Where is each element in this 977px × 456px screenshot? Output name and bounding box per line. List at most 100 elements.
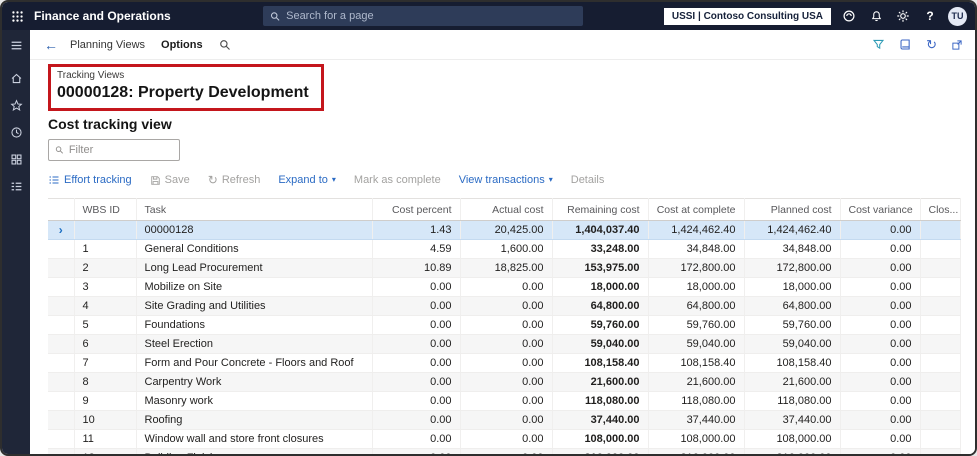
cell-closed[interactable] [920, 239, 961, 259]
cell-cost_variance[interactable]: 0.00 [840, 220, 921, 240]
cell-wbs[interactable]: 11 [74, 429, 137, 449]
column-header-actual_cost[interactable]: Actual cost [460, 198, 553, 221]
table-row[interactable]: 7 Form and Pour Concrete - Floors and Roo… [48, 353, 961, 373]
column-header-planned_cost[interactable]: Planned cost [744, 198, 841, 221]
cell-planned_cost[interactable]: 34,848.00 [744, 239, 841, 259]
cell-cost_variance[interactable]: 0.00 [840, 410, 921, 430]
save-button[interactable]: Save [150, 174, 190, 186]
cell-closed[interactable] [920, 296, 961, 316]
cell-cost_percent[interactable]: 4.59 [372, 239, 461, 259]
cell-remaining_cost[interactable]: 108,158.40 [552, 353, 649, 373]
cell-cost_percent[interactable]: 0.00 [372, 429, 461, 449]
filter-input[interactable] [68, 144, 173, 156]
recent-clock-icon[interactable] [2, 119, 30, 146]
cell-cost_variance[interactable]: 0.00 [840, 315, 921, 335]
cell-cost_at_complete[interactable]: 108,158.40 [648, 353, 745, 373]
cell-remaining_cost[interactable]: 153,975.00 [552, 258, 649, 278]
cell-remaining_cost[interactable]: 1,404,037.40 [552, 220, 649, 240]
cell-closed[interactable] [920, 258, 961, 278]
home-icon[interactable] [2, 65, 30, 92]
open-in-new-window-icon[interactable] [951, 39, 963, 51]
cell-cost_variance[interactable]: 0.00 [840, 448, 921, 454]
cell-task[interactable]: General Conditions [136, 239, 373, 259]
table-row[interactable]: 3 Mobilize on Site 0.00 0.00 18,000.00 18,000… [48, 277, 961, 297]
cell-task[interactable]: Site Grading and Utilities [136, 296, 373, 316]
cell-cost_variance[interactable]: 0.00 [840, 296, 921, 316]
cell-closed[interactable] [920, 277, 961, 297]
back-button[interactable]: ← [44, 38, 58, 52]
cell-cost_at_complete[interactable]: 59,760.00 [648, 315, 745, 335]
cell-cost_percent[interactable]: 0.00 [372, 410, 461, 430]
cell-wbs[interactable]: 1 [74, 239, 137, 259]
cell-actual_cost[interactable]: 0.00 [460, 277, 553, 297]
table-row[interactable]: › 00000128 1.43 20,425.00 1,404,037.40 1,424,… [48, 220, 961, 240]
cell-cost_percent[interactable]: 0.00 [372, 296, 461, 316]
cell-task[interactable]: Steel Erection [136, 334, 373, 354]
column-header-selector[interactable] [48, 198, 75, 221]
cell-remaining_cost[interactable]: 59,760.00 [552, 315, 649, 335]
cell-planned_cost[interactable]: 18,000.00 [744, 277, 841, 297]
cell-actual_cost[interactable]: 0.00 [460, 353, 553, 373]
cell-remaining_cost[interactable]: 118,080.00 [552, 391, 649, 411]
cell-planned_cost[interactable]: 216,000.00 [744, 448, 841, 454]
cell-task[interactable]: Carpentry Work [136, 372, 373, 392]
effort-tracking-button[interactable]: Effort tracking [48, 174, 132, 186]
cell-planned_cost[interactable]: 37,440.00 [744, 410, 841, 430]
notifications-bell-icon[interactable] [867, 7, 885, 25]
cell-planned_cost[interactable]: 172,800.00 [744, 258, 841, 278]
commandbar-search-icon[interactable] [219, 39, 231, 51]
table-row[interactable]: 12Building Finishes0.000.00216,000.00216… [48, 448, 961, 454]
cell-remaining_cost[interactable]: 21,600.00 [552, 372, 649, 392]
cell-cost_variance[interactable]: 0.00 [840, 277, 921, 297]
companion-app-icon[interactable] [899, 38, 912, 51]
cell-actual_cost[interactable]: 18,825.00 [460, 258, 553, 278]
global-search-input[interactable] [286, 10, 576, 22]
table-row[interactable]: 8 Carpentry Work 0.00 0.00 21,600.00 21,600.0… [48, 372, 961, 392]
cell-wbs[interactable]: 5 [74, 315, 137, 335]
table-row[interactable]: 6 Steel Erection 0.00 0.00 59,040.00 59,040.0… [48, 334, 961, 354]
cell-actual_cost[interactable]: 20,425.00 [460, 220, 553, 240]
cell-planned_cost[interactable]: 21,600.00 [744, 372, 841, 392]
assistant-icon[interactable] [840, 7, 858, 25]
cell-cost_percent[interactable]: 0.00 [372, 277, 461, 297]
cell-remaining_cost[interactable]: 18,000.00 [552, 277, 649, 297]
cell-wbs[interactable]: 9 [74, 391, 137, 411]
cell-task[interactable]: Foundations [136, 315, 373, 335]
cell-actual_cost[interactable]: 1,600.00 [460, 239, 553, 259]
settings-gear-icon[interactable] [894, 7, 912, 25]
cell-actual_cost[interactable]: 0.00 [460, 334, 553, 354]
filter-icon[interactable] [872, 38, 885, 51]
cell-actual_cost[interactable]: 0.00 [460, 315, 553, 335]
cell-planned_cost[interactable]: 108,158.40 [744, 353, 841, 373]
cell-planned_cost[interactable]: 59,040.00 [744, 334, 841, 354]
workspaces-icon[interactable] [2, 146, 30, 173]
cell-closed[interactable] [920, 334, 961, 354]
column-header-cost_at_complete[interactable]: Cost at complete [648, 198, 745, 221]
cell-task[interactable]: 00000128 [136, 220, 373, 240]
cell-cost_percent[interactable]: 0.00 [372, 334, 461, 354]
cell-wbs[interactable]: 7 [74, 353, 137, 373]
table-row[interactable]: 4 Site Grading and Utilities 0.00 0.00 64,80… [48, 296, 961, 316]
refresh-icon[interactable]: ↻ [926, 38, 937, 51]
cell-wbs[interactable]: 12 [74, 448, 137, 454]
cell-cost_at_complete[interactable]: 118,080.00 [648, 391, 745, 411]
row-selector-cell[interactable] [48, 448, 75, 454]
details-button[interactable]: Details [571, 174, 605, 186]
cell-closed[interactable] [920, 429, 961, 449]
cell-remaining_cost[interactable]: 64,800.00 [552, 296, 649, 316]
cell-actual_cost[interactable]: 0.00 [460, 372, 553, 392]
column-header-cost_percent[interactable]: Cost percent [372, 198, 461, 221]
cell-wbs[interactable]: 8 [74, 372, 137, 392]
cell-wbs[interactable]: 10 [74, 410, 137, 430]
cell-actual_cost[interactable]: 0.00 [460, 448, 553, 454]
cell-wbs[interactable]: 6 [74, 334, 137, 354]
tab-options[interactable]: Options [161, 39, 203, 51]
cell-task[interactable]: Mobilize on Site [136, 277, 373, 297]
cell-cost_percent[interactable]: 0.00 [372, 372, 461, 392]
cell-closed[interactable] [920, 353, 961, 373]
cell-task[interactable]: Building Finishes [136, 448, 373, 454]
cell-task[interactable]: Long Lead Procurement [136, 258, 373, 278]
cell-remaining_cost[interactable]: 216,000.00 [552, 448, 649, 454]
column-header-wbs[interactable]: WBS ID [74, 198, 137, 221]
cell-task[interactable]: Form and Pour Concrete - Floors and Roof [136, 353, 373, 373]
